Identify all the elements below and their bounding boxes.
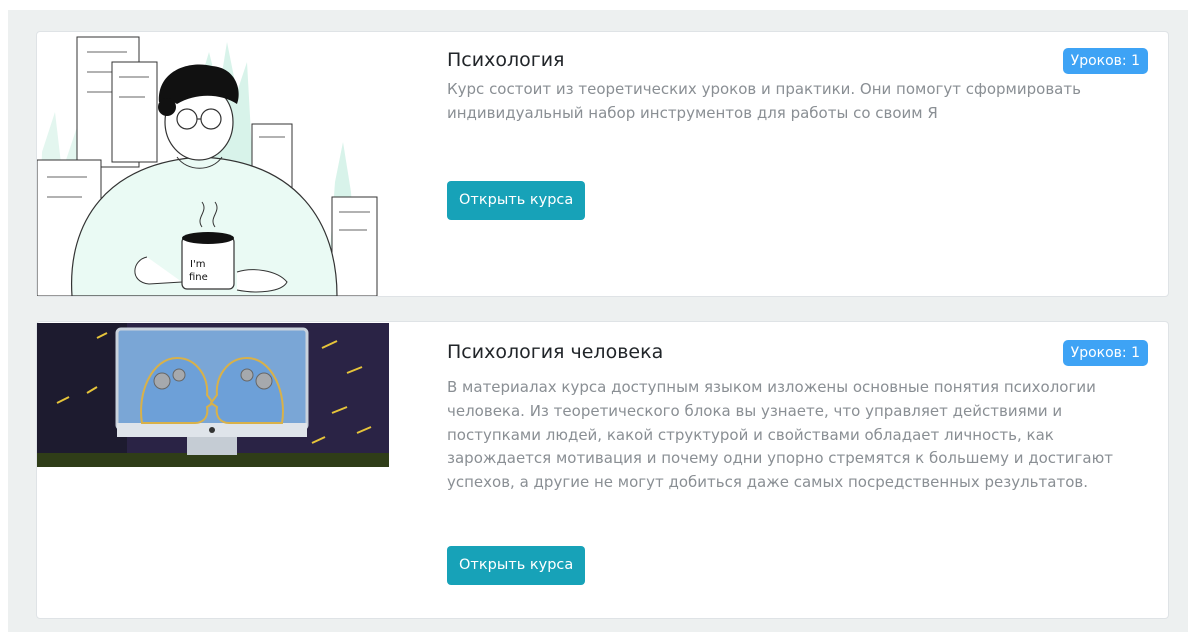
open-course-button[interactable]: Открыть курса [447, 546, 586, 585]
course-list: I'm fine Психология Уроков: 1 Курс состо… [8, 10, 1188, 632]
mug-text-line1: I'm [190, 259, 205, 270]
course-thumbnail: I'm fine [37, 32, 389, 296]
open-course-button[interactable]: Открыть курса [447, 181, 586, 220]
course-thumbnail [37, 323, 389, 467]
course-body: Психология Уроков: 1 Курс состоит из тео… [447, 46, 1148, 220]
course-description: В материалах курса доступным языком изло… [447, 378, 1113, 492]
mug-text-line2: fine [189, 272, 208, 283]
course-title: Психология [447, 49, 565, 71]
heads-with-gears-illustration [37, 323, 389, 467]
lessons-count-badge: Уроков: 1 [1062, 340, 1148, 366]
course-title: Психология человека [447, 341, 664, 363]
course-body: Психология человека Уроков: 1 В материал… [447, 338, 1148, 585]
person-with-mug-illustration: I'm fine [37, 36, 378, 296]
course-card: I'm fine Психология Уроков: 1 Курс состо… [36, 31, 1169, 297]
course-description: Курс состоит из теоретических уроков и п… [447, 80, 1081, 122]
course-card: Психология человека Уроков: 1 В материал… [36, 321, 1169, 619]
lessons-count-badge: Уроков: 1 [1062, 48, 1148, 74]
